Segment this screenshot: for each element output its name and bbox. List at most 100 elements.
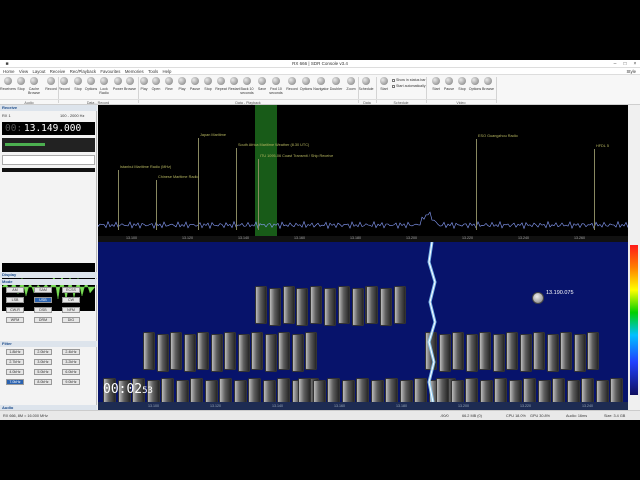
ribbon-button-26[interactable]: Schedule [358, 77, 374, 99]
station-label[interactable]: ITU 1095-06 Coast Transmit / Ship Receiv… [260, 154, 333, 158]
menu-tools[interactable]: Tools [148, 68, 158, 75]
window-title: RX 666 | SDR Console v3.4 [292, 61, 348, 66]
ribbon-button-icon [458, 77, 466, 85]
modebtns-item[interactable]: USB [34, 297, 52, 303]
ribbon-button-9[interactable]: Browse [124, 77, 136, 99]
ribbon-button-label: Fwd 10 seconds [269, 87, 283, 95]
close-icon[interactable]: × [630, 60, 640, 68]
station-marker [476, 139, 477, 230]
ribbon-button-icon [432, 77, 440, 85]
ribbon-button-icon [140, 77, 148, 85]
menu-view[interactable]: View [19, 68, 28, 75]
ribbon-button-19[interactable]: Save [256, 77, 268, 99]
filterbtns-item[interactable]: 2.4kHz [62, 349, 80, 355]
filterbtns-item[interactable]: 7.0kHz [6, 379, 24, 385]
station-label[interactable]: South Africa Maritime Weather (8.30 UTC) [238, 143, 309, 147]
mode-header[interactable]: Mode [0, 279, 97, 285]
filterbtns-item[interactable]: 9.0kHz [62, 379, 80, 385]
ribbon-button-icon [165, 77, 173, 85]
ribbon-button-label: Schedule [358, 87, 374, 91]
signal-slider[interactable] [2, 155, 95, 165]
filterbtns-item[interactable]: 3.0kHz [34, 359, 52, 365]
checkbox-box[interactable] [392, 78, 395, 82]
receive-header[interactable]: Receive [0, 105, 97, 111]
ribbon-button-25[interactable]: Zoom [345, 77, 357, 99]
display-header[interactable]: Display [0, 272, 97, 278]
rx-label: RX 1 [2, 113, 11, 118]
ribbon-button-label: Start [380, 87, 388, 91]
station-label[interactable]: ESO Guangzhou Radio [478, 134, 518, 138]
waterfall-colorbar[interactable] [628, 105, 640, 410]
menu-favourites[interactable]: Favourites [100, 68, 120, 75]
ribbon-button-icon [30, 77, 38, 85]
ribbon-button-7[interactable]: Lock Radio [98, 77, 110, 99]
ribbon-button-icon [272, 77, 280, 85]
modebtns-item[interactable]: SAM [34, 287, 52, 293]
modebtns-item[interactable]: CW [62, 297, 80, 303]
status-cpu: CPU 18.0% [506, 414, 526, 418]
station-label[interactable]: HFDL 5 [596, 144, 609, 148]
ribbon-button-32[interactable]: Browse [482, 77, 494, 99]
modebtns-item[interactable]: DSB [34, 307, 52, 313]
modebtns-item[interactable]: AM [6, 287, 24, 293]
filter-header[interactable]: Filter [0, 341, 97, 347]
frequency-display[interactable]: 00: 13.149.000 [2, 122, 95, 135]
ribbon-button-icon [471, 77, 479, 85]
ribbon-button-22[interactable]: Options [300, 77, 312, 99]
menu-layout[interactable]: Layout [33, 68, 46, 75]
menu-memories[interactable]: Memories [125, 68, 144, 75]
ribbon-button-21[interactable]: Record [286, 77, 298, 99]
station-label[interactable]: Japan Maritime [200, 133, 226, 137]
ribbon-checkbox-0[interactable]: Show in status bar [392, 78, 426, 82]
menu-home[interactable]: Home [3, 68, 14, 75]
ribbon-button-icon [302, 77, 310, 85]
status-memory: 66.2 MB (0) [462, 414, 482, 418]
modebtns-item[interactable]: DRM [34, 317, 52, 323]
modebtns-item[interactable]: ECSS [62, 287, 80, 293]
ribbon-button-20[interactable]: Fwd 10 seconds [269, 77, 283, 99]
ribbon-button-2[interactable]: Cache Browse [28, 77, 40, 99]
filterbtns-item[interactable]: 2.0kHz [34, 349, 52, 355]
station-label[interactable]: Istanbul Maritime Radio (MHz) [120, 165, 171, 169]
ribbon-button-24[interactable]: Doubler [330, 77, 342, 99]
ribbon-button-27[interactable]: Start [378, 77, 390, 99]
ribbon-button-23[interactable]: Navigator [313, 77, 329, 99]
filterbtns-item[interactable]: 2.7kHz [6, 359, 24, 365]
filterbtns-item[interactable]: 5.0kHz [34, 369, 52, 375]
filterbtns-item[interactable]: 8.0kHz [34, 379, 52, 385]
menu-bar: Home View Layout Receive Rec/Playback Fa… [0, 68, 640, 75]
spectrum-display[interactable]: Japan Maritime South Africa Maritime Weat… [98, 105, 628, 238]
filterbtns-item[interactable]: 6.0kHz [62, 369, 80, 375]
station-label[interactable]: Chinese Maritime Radio [158, 175, 199, 179]
frequency-tick: 13.140 [238, 236, 249, 240]
title-bar: ■ RX 666 | SDR Console v3.4 – □ × [0, 60, 640, 68]
checkbox-box[interactable] [392, 84, 395, 88]
style-menu[interactable]: Style [626, 68, 636, 75]
ribbon-separator [496, 77, 497, 103]
ribbon-button-18[interactable]: Back 10 seconds [240, 77, 254, 99]
menu-help[interactable]: Help [163, 68, 172, 75]
modebtns-item[interactable]: NFM [62, 307, 80, 313]
minimize-icon[interactable]: – [610, 60, 620, 68]
menu-receive[interactable]: Receive [50, 68, 66, 75]
ribbon-button-icon [380, 77, 388, 85]
modebtns-item[interactable]: LSB [6, 297, 24, 303]
color-scale [630, 245, 638, 395]
filterbtns-item[interactable]: 1.8kHz [6, 349, 24, 355]
filterbtns-item[interactable]: 3.2kHz [62, 359, 80, 365]
filterbtns-item[interactable]: 4.0kHz [6, 369, 24, 375]
timer-seconds: 53 [142, 386, 153, 396]
ribbon-button-icon [87, 77, 95, 85]
waterfall-display[interactable]: 13.190.075 00:0253 [98, 242, 628, 402]
modebtns-item[interactable]: DIG [62, 317, 80, 323]
ribbon-button-icon [47, 77, 55, 85]
modebtns-item[interactable]: CW-R [6, 307, 24, 313]
ribbon-button-icon [152, 77, 160, 85]
maximize-icon[interactable]: □ [620, 60, 630, 68]
modebtns-item[interactable]: WFM [6, 317, 24, 323]
ribbon-checkbox-1[interactable]: Start automatically [392, 84, 426, 88]
recording-timer: 00:0253 [103, 382, 153, 397]
menu-rec-playback[interactable]: Rec/Playback [70, 68, 96, 75]
ribbon-button-icon [258, 77, 266, 85]
ribbon-button-4[interactable]: Record [58, 77, 70, 99]
